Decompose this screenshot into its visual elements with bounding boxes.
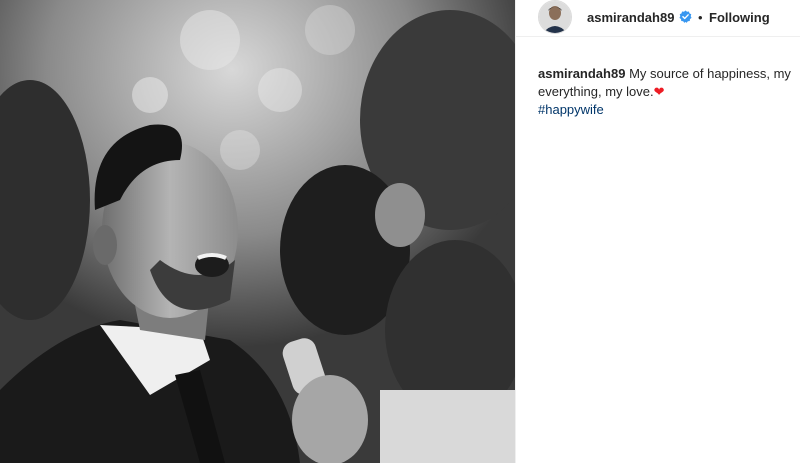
hashtag-link[interactable]: #happywife [538,101,793,119]
avatar-image [539,1,571,33]
post-side-panel: asmirandah89 • Following asmirandah89 My… [515,0,800,463]
caption-username[interactable]: asmirandah89 [538,66,625,81]
verified-badge-icon [679,10,692,23]
separator-dot: • [698,10,703,25]
post-header: asmirandah89 • Following [516,0,800,37]
post-photo-image [0,0,515,463]
following-button[interactable]: Following [709,10,770,25]
heart-emoji: ❤ [653,84,665,99]
post-username[interactable]: asmirandah89 [587,10,674,25]
post-photo[interactable] [0,0,515,463]
profile-avatar[interactable] [538,0,572,34]
post-caption: asmirandah89 My source of happiness, my … [538,65,793,119]
